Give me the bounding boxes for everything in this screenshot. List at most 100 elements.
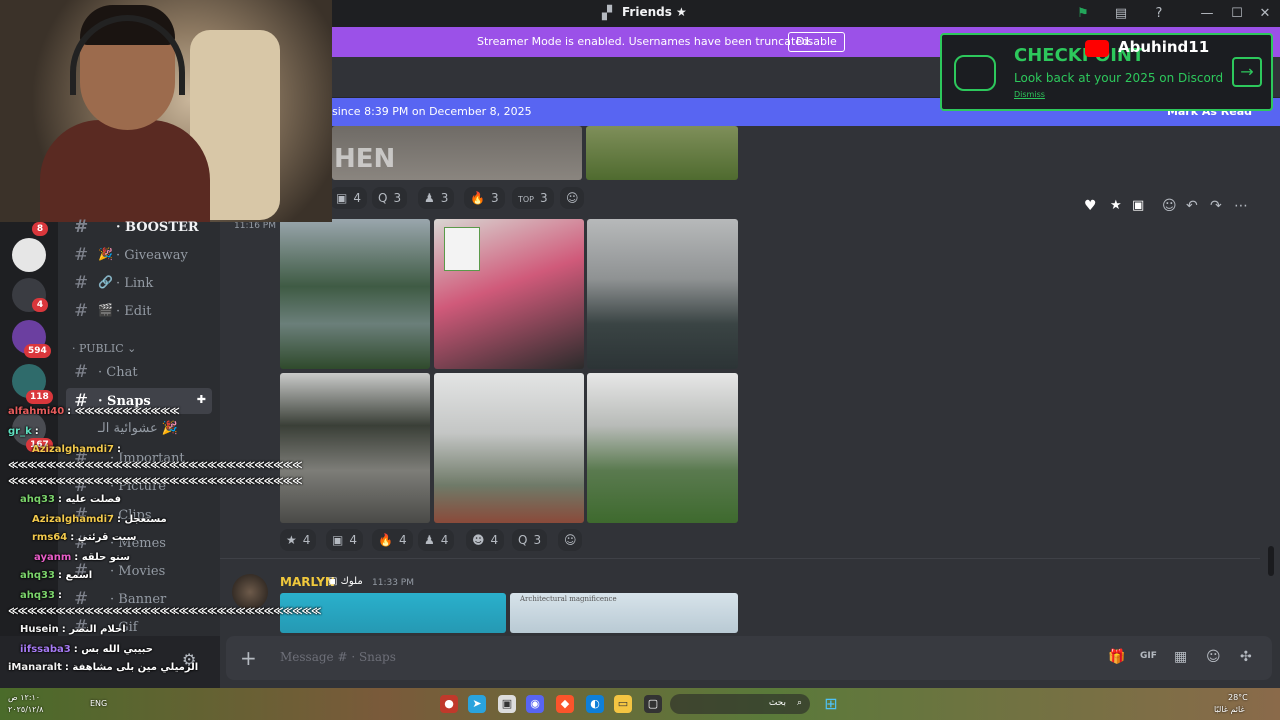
heart-icon[interactable]: ♥ xyxy=(1084,198,1097,214)
weather-desc[interactable]: غائم غالبًا xyxy=(1214,705,1245,714)
sticker-icon[interactable]: ▦ xyxy=(1174,649,1187,665)
checkpoint-popup[interactable]: CHECKPOINT Abuhind11 Look back at your 2… xyxy=(940,33,1273,111)
avatar[interactable] xyxy=(232,574,268,610)
edge-icon[interactable]: ◐ xyxy=(586,695,604,713)
telegram-icon[interactable]: ➤ xyxy=(468,695,486,713)
notification-badge: 8 xyxy=(32,222,48,236)
channel-item[interactable]: # 🎉 · Giveaway xyxy=(58,242,214,268)
arrow-right-icon[interactable]: → xyxy=(1232,57,1262,87)
gift-icon[interactable]: 🎁 xyxy=(1108,649,1125,665)
sign-image xyxy=(444,227,480,271)
attach-plus-icon[interactable]: + xyxy=(240,646,257,670)
apps-icon[interactable]: ✣ xyxy=(1240,649,1252,665)
message-input[interactable]: Message # · Snaps xyxy=(280,650,396,664)
reaction[interactable]: ☻ 4 xyxy=(466,529,505,551)
add-reaction-button[interactable]: ☺ xyxy=(558,529,582,551)
minimize-icon[interactable]: — xyxy=(1198,5,1216,23)
channel-item[interactable]: # · Memes xyxy=(58,530,214,556)
forward-icon[interactable]: ↷ xyxy=(1210,198,1222,214)
app-icon[interactable]: ▢ xyxy=(644,695,662,713)
message-composer[interactable]: + Message # · Snaps 🎁 GIF ▦ ☺ ✣ xyxy=(226,636,1272,680)
channel-item[interactable]: # · Banner xyxy=(58,586,214,612)
message-image[interactable] xyxy=(587,219,738,369)
emoji-icon[interactable]: ☺ xyxy=(1206,649,1221,665)
webcam-feed xyxy=(0,0,332,222)
clock-time: ١٢:١٠ ص xyxy=(8,693,41,702)
notification-badge: 167 xyxy=(26,438,53,452)
category-public[interactable]: · PUBLIC ⌄ xyxy=(72,342,136,355)
channel-item[interactable]: # · Chat xyxy=(58,359,214,385)
avatar-emoji-icon[interactable]: ▣ xyxy=(1132,198,1144,213)
inbox-icon[interactable]: ▤ xyxy=(1112,5,1130,23)
channel-list: # · BOOSTER # 🎉 · Giveaway # 🔗 · Link # 🎬 · Edi… xyxy=(58,217,220,637)
image-caption: Architectural magnificence xyxy=(520,595,617,603)
taskbar-search[interactable]: ⌕ بحث xyxy=(670,694,810,714)
close-icon[interactable]: ✕ xyxy=(1256,5,1274,23)
channel-item[interactable]: عشوائية الـ 🎉 xyxy=(58,415,214,441)
reaction[interactable]: ♟ 3 xyxy=(418,187,455,209)
channel-item[interactable]: # · Picture xyxy=(58,473,214,499)
folder-icon[interactable]: ▭ xyxy=(614,695,632,713)
message-image[interactable] xyxy=(280,219,430,369)
notification-badge: 4 xyxy=(32,298,48,312)
reply-icon[interactable]: ↶ xyxy=(1186,198,1198,214)
reaction[interactable]: 🔥 3 xyxy=(464,187,505,209)
app-icon[interactable]: ▣ xyxy=(498,695,516,713)
disable-streamer-button[interactable]: Disable xyxy=(788,32,845,52)
message-image[interactable] xyxy=(434,373,584,523)
add-reaction-button[interactable]: ☺ xyxy=(560,187,584,209)
channel-item[interactable]: # 🔗 · Link xyxy=(58,270,214,296)
message-image[interactable] xyxy=(587,373,738,523)
server-rail: 8 4 594 118 167 xyxy=(0,222,58,688)
reaction[interactable]: ★ 4 xyxy=(280,529,317,551)
channel-item-active[interactable]: # · Snaps ✚ xyxy=(66,388,212,414)
add-member-icon[interactable]: ✚ xyxy=(197,393,206,406)
maximize-icon[interactable]: ☐ xyxy=(1228,5,1246,23)
message-image[interactable] xyxy=(434,219,584,369)
reaction[interactable]: ♟ 4 xyxy=(418,529,455,551)
reaction[interactable]: TOP 3 xyxy=(512,187,554,209)
checkpoint-subtitle: Look back at your 2025 on Discord xyxy=(1014,71,1224,85)
settings-icon[interactable]: ⚙ xyxy=(182,650,196,669)
message-image[interactable] xyxy=(586,126,738,180)
more-icon[interactable]: ⋯ xyxy=(1234,198,1248,214)
message-image[interactable] xyxy=(280,373,430,523)
help-icon[interactable]: ? xyxy=(1150,5,1168,23)
app-icon[interactable]: ● xyxy=(440,695,458,713)
dismiss-link[interactable]: Dismiss xyxy=(1014,90,1045,99)
message-image[interactable]: HEN xyxy=(332,126,582,180)
new-messages-since: since 8:39 PM on December 8, 2025 xyxy=(332,105,532,118)
channel-item[interactable]: # 🎬 · Edit xyxy=(58,298,214,324)
add-reaction-icon[interactable]: ☺ xyxy=(1162,198,1177,214)
reaction[interactable]: 🔥 4 xyxy=(372,529,413,551)
discord-icon[interactable]: ◉ xyxy=(526,695,544,713)
search-icon: ⌕ xyxy=(796,698,802,708)
language-indicator[interactable]: ENG xyxy=(90,699,107,708)
message-hover-toolbar: ♥ ★ ▣ ☺ ↶ ↷ ⋯ xyxy=(1082,198,1252,220)
scrollbar[interactable] xyxy=(1268,546,1274,576)
notification-badge: 594 xyxy=(24,344,51,358)
reaction[interactable]: ▣ 4 xyxy=(326,529,363,551)
message-image[interactable] xyxy=(280,593,506,633)
message-list[interactable]: HEN ▣ 4 Q3 ♟ 3 🔥 3 TOP 3 ☺ ♥ ★ ▣ ☺ ↶ ↷ ⋯ 11:… xyxy=(220,126,1280,636)
channel-item[interactable]: # · Movies xyxy=(58,558,214,584)
youtube-logo-icon xyxy=(1085,40,1109,57)
reaction[interactable]: Q3 xyxy=(512,529,548,551)
message-image[interactable]: Architectural magnificence xyxy=(510,593,738,633)
weather-temp[interactable]: 28°C xyxy=(1228,693,1248,702)
message-divider xyxy=(220,558,1260,559)
channel-item[interactable]: # · Clips xyxy=(58,502,214,528)
brave-icon[interactable]: ◆ xyxy=(556,695,574,713)
channel-item[interactable]: # · Important xyxy=(58,445,214,471)
windows-taskbar: ١٢:١٠ ص ٢٠٢٥/١٢/٨ ENG ● ➤ ▣ ◉ ◆ ◐ ▭ ▢ ⌕ … xyxy=(0,688,1280,720)
server-icon[interactable] xyxy=(12,238,46,272)
windows-start-icon[interactable]: ⊞ xyxy=(822,695,840,713)
reaction[interactable]: ▣ 4 xyxy=(330,187,367,209)
channel-item[interactable]: # · BOOSTER xyxy=(58,214,214,240)
gif-icon[interactable]: GIF xyxy=(1140,651,1157,661)
flag-icon[interactable]: ⚑ xyxy=(1074,5,1092,23)
window-title: Friends ★ xyxy=(622,5,687,19)
reaction[interactable]: Q3 xyxy=(372,187,408,209)
star-icon[interactable]: ★ xyxy=(1110,198,1122,213)
message-author[interactable]: MARLYN xyxy=(280,575,335,589)
